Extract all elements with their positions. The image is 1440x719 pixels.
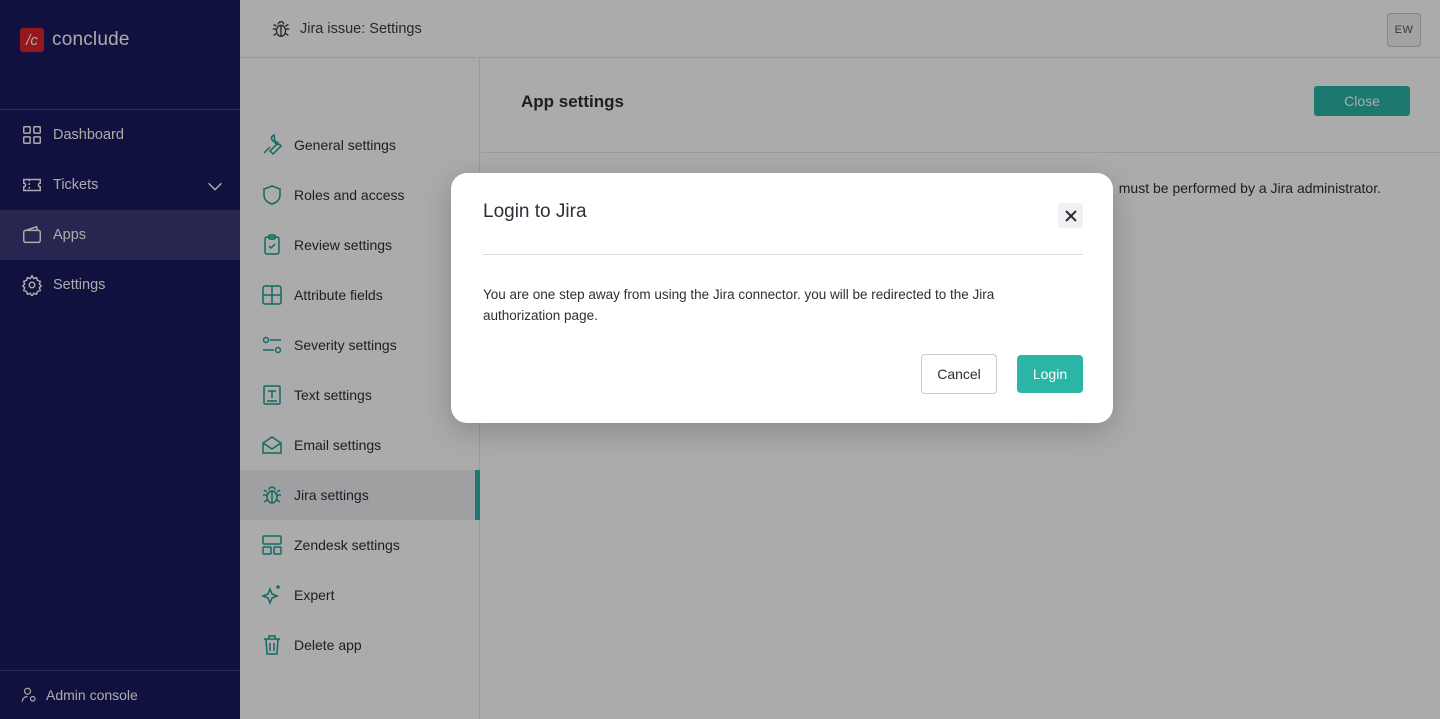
login-dialog: Login to Jira You are one step away from… [451,173,1113,423]
login-button[interactable]: Login [1017,355,1083,393]
dialog-divider [483,254,1083,255]
close-dialog-button[interactable] [1058,203,1083,228]
cancel-button[interactable]: Cancel [921,354,997,394]
dialog-message: You are one step away from using the Jir… [483,287,995,323]
close-icon [1064,209,1077,222]
dialog-title: Login to Jira [483,201,587,222]
